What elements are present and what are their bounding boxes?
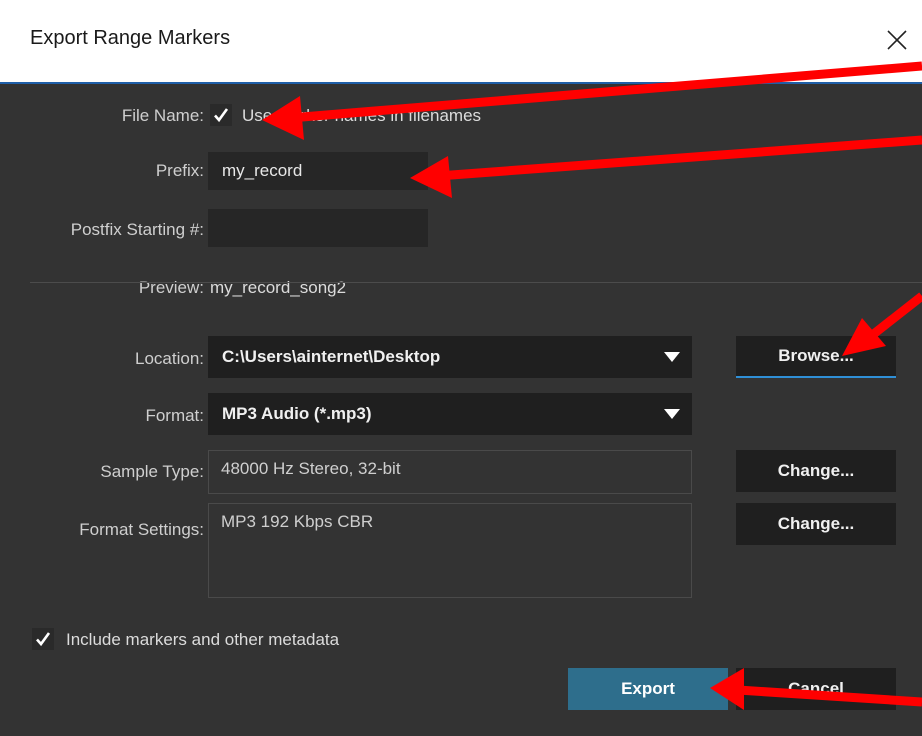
export-button[interactable]: Export xyxy=(568,668,728,710)
format-dropdown[interactable]: MP3 Audio (*.mp3) xyxy=(208,393,692,435)
file-name-checkbox-label: Use marker names in filenames xyxy=(242,106,482,125)
checkmark-icon xyxy=(214,108,229,123)
sample-type-label: Sample Type: xyxy=(100,462,204,481)
export-dialog: File Name: Use marker names in filenames… xyxy=(0,84,922,736)
format-settings-label: Format Settings: xyxy=(79,520,204,539)
prefix-label: Prefix: xyxy=(155,161,204,180)
preview-value: my_record_song2 xyxy=(210,278,347,297)
chevron-down-icon xyxy=(664,352,680,362)
location-value: C:\Users\ainternet\Desktop xyxy=(222,347,441,366)
close-button[interactable] xyxy=(872,18,922,62)
preview-label: Preview: xyxy=(138,278,204,297)
file-name-checkbox[interactable] xyxy=(210,104,232,126)
section-divider xyxy=(30,282,922,283)
close-icon xyxy=(887,30,907,50)
sample-type-value: 48000 Hz Stereo, 32-bit xyxy=(208,450,692,494)
location-label: Location: xyxy=(135,349,204,368)
location-dropdown[interactable]: C:\Users\ainternet\Desktop xyxy=(208,336,692,378)
format-settings-value: MP3 192 Kbps CBR xyxy=(208,503,692,598)
browse-button[interactable]: Browse... xyxy=(736,336,896,378)
sample-type-change-button[interactable]: Change... xyxy=(736,450,896,492)
checkmark-icon xyxy=(36,632,51,647)
chevron-down-icon xyxy=(664,409,680,419)
prefix-input[interactable]: my_record xyxy=(208,152,428,190)
file-name-label: File Name: xyxy=(121,106,204,125)
postfix-input[interactable] xyxy=(208,209,428,247)
format-label: Format: xyxy=(145,406,204,425)
metadata-checkbox-label: Include markers and other metadata xyxy=(66,630,340,649)
metadata-checkbox[interactable] xyxy=(32,628,54,650)
format-value: MP3 Audio (*.mp3) xyxy=(222,404,372,423)
cancel-button[interactable]: Cancel xyxy=(736,668,896,710)
title-bar: Export Range Markers xyxy=(0,0,922,84)
window-title: Export Range Markers xyxy=(30,27,231,49)
postfix-label: Postfix Starting #: xyxy=(70,220,204,239)
format-settings-change-button[interactable]: Change... xyxy=(736,503,896,545)
